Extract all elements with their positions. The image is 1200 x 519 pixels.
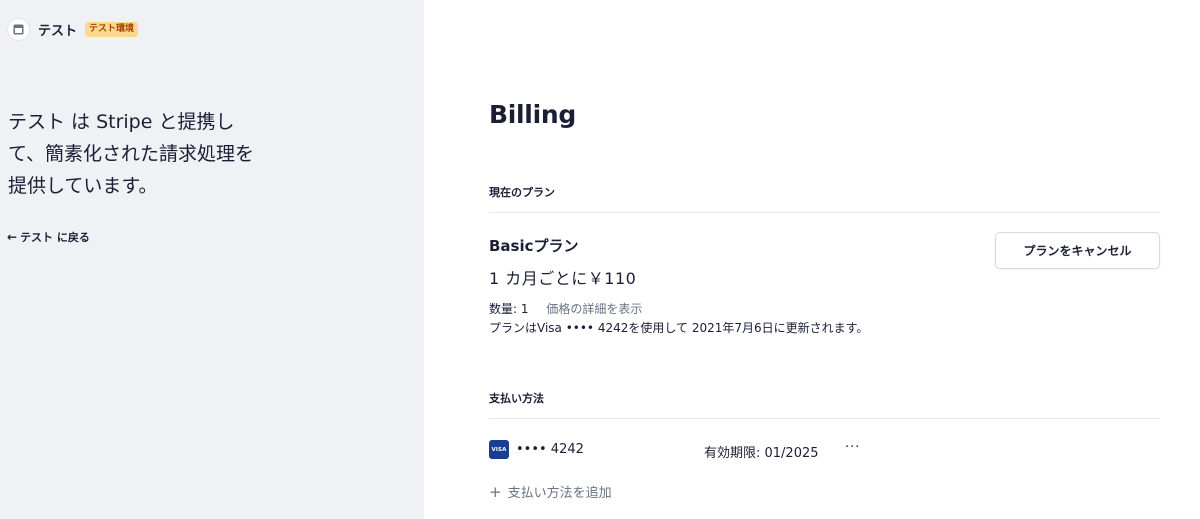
back-link-label: テスト に戻る	[20, 231, 90, 244]
divider	[489, 418, 1160, 419]
plan-renewal-text: プランはVisa •••• 4242を使用して 2021年7月6日に更新されます…	[489, 321, 869, 335]
payment-card-row: VISA •••• 4242 有効期限: 01/2025 ···	[489, 440, 1160, 461]
plan-quantity: 数量: 1	[489, 302, 529, 316]
plan-quantity-row: 数量: 1 価格の詳細を表示	[489, 300, 642, 317]
divider	[489, 212, 1160, 213]
plus-icon: +	[489, 482, 502, 501]
env-badge: テスト環境	[85, 22, 139, 37]
payment-methods-label: 支払い方法	[489, 392, 544, 405]
price-details-link[interactable]: 価格の詳細を表示	[546, 302, 642, 316]
current-plan-label: 現在のプラン	[489, 186, 555, 199]
arrow-left-icon: ←	[7, 230, 18, 244]
sidebar: テスト テスト環境 テスト は Stripe と提携して、簡素化された請求処理を…	[0, 0, 424, 519]
add-payment-method-label: 支払い方法を追加	[507, 486, 612, 501]
more-options-icon[interactable]: ···	[845, 440, 860, 455]
merchant-brand: テスト テスト環境	[8, 19, 139, 40]
add-payment-method-button[interactable]: + 支払い方法を追加	[489, 482, 612, 502]
back-link[interactable]: ← テスト に戻る	[7, 229, 90, 245]
plan-price: 1 カ月ごとに￥110	[489, 269, 637, 288]
plan-name: Basicプラン	[489, 237, 579, 255]
cancel-plan-button[interactable]: プランをキャンセル	[995, 232, 1160, 269]
card-number: •••• 4242	[516, 442, 584, 457]
visa-card-icon: VISA	[489, 440, 509, 459]
card-expiry: 有効期限: 01/2025	[704, 446, 819, 461]
merchant-name: テスト	[38, 24, 78, 39]
store-icon	[8, 19, 29, 40]
sidebar-tagline: テスト は Stripe と提携して、簡素化された請求処理を提供しています。	[8, 111, 255, 197]
page-title: Billing	[489, 100, 576, 129]
